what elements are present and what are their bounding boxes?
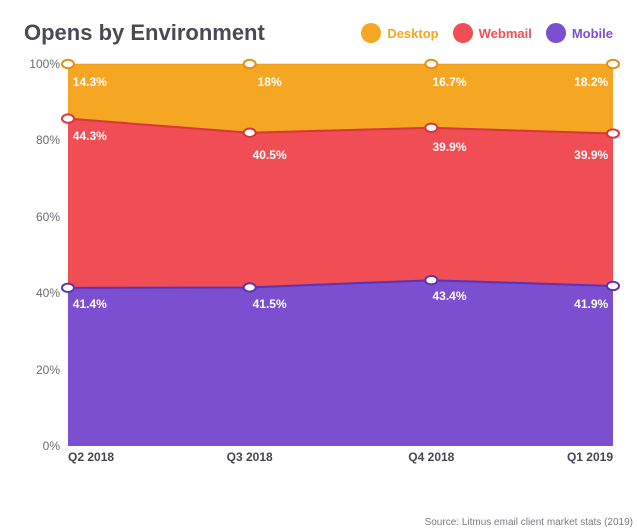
legend-swatch-desktop [361,23,381,43]
marker-mobile [607,282,619,290]
x-tick: Q4 2018 [408,450,454,464]
marker-desktop [244,60,256,68]
data-label-mobile: 41.9% [574,297,608,311]
x-tick: Q3 2018 [227,450,273,464]
y-tick: 100% [24,57,60,71]
data-label-webmail: 40.5% [253,148,287,162]
legend-item-desktop: Desktop [361,23,438,43]
x-tick: Q2 2018 [68,450,114,464]
data-label-desktop: 18.2% [574,75,608,89]
legend-item-mobile: Mobile [546,23,613,43]
x-axis: Q2 2018 Q3 2018 Q4 2018 Q1 2019 [68,450,613,474]
plot-area: 0% 20% 40% 60% 80% 100% [24,64,613,474]
marker-mobile [244,283,256,291]
legend-swatch-webmail [453,23,473,43]
y-tick: 40% [24,286,60,300]
y-axis: 0% 20% 40% 60% 80% 100% [24,64,64,446]
data-label-webmail: 39.9% [432,140,466,154]
legend-label-webmail: Webmail [479,26,532,41]
marker-desktop [425,60,437,68]
marker-mobile [62,284,74,292]
legend: Desktop Webmail Mobile [361,23,613,43]
legend-swatch-mobile [546,23,566,43]
marker-webmail [607,129,619,137]
data-label-desktop: 18% [258,75,282,89]
legend-item-webmail: Webmail [453,23,532,43]
y-tick: 0% [24,439,60,453]
markers-svg [68,64,613,446]
x-tick: Q1 2019 [567,450,613,464]
data-label-webmail: 39.9% [574,148,608,162]
chart-areas: 14.3% 18% 16.7% 18.2% 44.3% 40.5% 39.9% … [68,64,613,446]
y-tick: 80% [24,133,60,147]
marker-desktop [607,60,619,68]
data-label-desktop: 16.7% [432,75,466,89]
data-label-webmail: 44.3% [73,129,107,143]
legend-label-desktop: Desktop [387,26,438,41]
data-label-mobile: 41.5% [253,297,287,311]
marker-mobile [425,276,437,284]
marker-webmail [425,124,437,132]
marker-webmail [62,114,74,122]
y-tick: 60% [24,210,60,224]
legend-label-mobile: Mobile [572,26,613,41]
chart-title: Opens by Environment [24,20,265,46]
y-tick: 20% [24,363,60,377]
chart-container: Opens by Environment Desktop Webmail Mob… [0,0,637,530]
source-caption: Source: Litmus email client market stats… [425,517,633,528]
marker-desktop [62,60,74,68]
data-label-desktop: 14.3% [73,75,107,89]
chart-header: Opens by Environment Desktop Webmail Mob… [24,20,613,46]
marker-webmail [244,129,256,137]
data-label-mobile: 43.4% [432,289,466,303]
data-label-mobile: 41.4% [73,297,107,311]
